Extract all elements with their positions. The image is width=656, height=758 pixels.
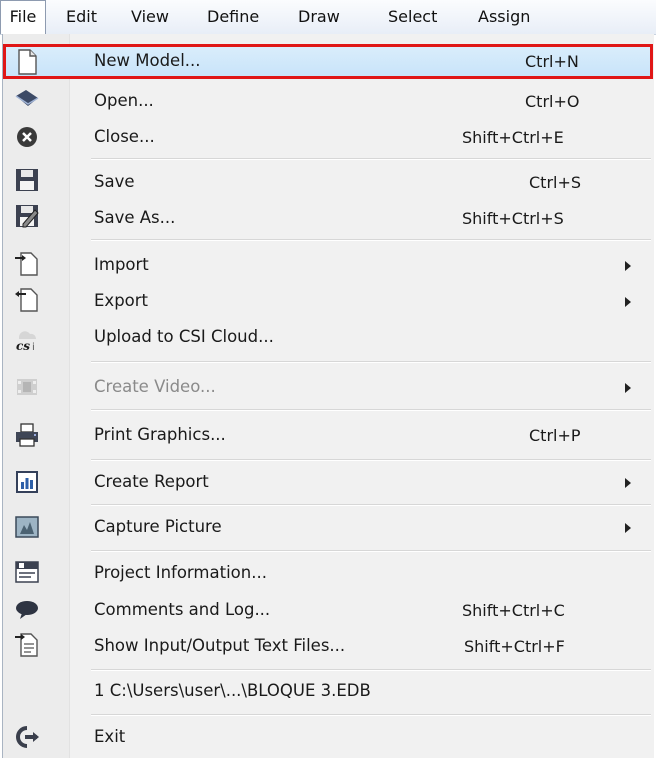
menu-item-shortcut: Ctrl+P xyxy=(529,426,581,445)
menu-item-label: Create Report xyxy=(94,472,209,491)
menu-item-create-report[interactable]: Create Report xyxy=(3,463,653,501)
menu-separator xyxy=(91,361,651,363)
menu-item-label: Capture Picture xyxy=(94,517,222,536)
menu-separator xyxy=(91,239,651,241)
film-icon xyxy=(13,373,41,401)
submenu-arrow-icon xyxy=(625,523,631,533)
submenu-arrow-icon xyxy=(625,261,631,271)
menu-item-shortcut: Shift+Ctrl+F xyxy=(464,637,565,656)
menu-item-recent-file[interactable]: 1 C:\Users\user\...\BLOQUE 3.EDB xyxy=(3,673,653,711)
menu-separator xyxy=(91,504,651,506)
submenu-arrow-icon xyxy=(625,297,631,307)
menu-draw[interactable]: Draw xyxy=(298,0,340,34)
menu-item-shortcut: Ctrl+O xyxy=(525,92,580,111)
menu-item-label: Upload to CSI Cloud... xyxy=(94,327,274,346)
menu-item-save-as[interactable]: Save As... Shift+Ctrl+S xyxy=(3,200,653,236)
menu-item-label: Close... xyxy=(94,127,155,146)
menu-edit[interactable]: Edit xyxy=(66,0,97,34)
svg-text:i: i xyxy=(32,342,35,353)
menu-separator xyxy=(91,714,651,716)
menu-item-save[interactable]: Save Ctrl+S xyxy=(3,164,653,200)
menu-item-label: 1 C:\Users\user\...\BLOQUE 3.EDB xyxy=(94,681,371,700)
menu-file[interactable]: File xyxy=(0,0,46,34)
comment-icon xyxy=(13,596,41,624)
picture-icon xyxy=(13,513,41,541)
menu-separator xyxy=(91,550,651,552)
open-icon xyxy=(13,86,41,114)
menu-item-close[interactable]: Close... Shift+Ctrl+E xyxy=(3,119,653,155)
menu-item-shortcut: Shift+Ctrl+E xyxy=(462,128,564,147)
menu-item-exit[interactable]: Exit xyxy=(3,718,653,756)
menu-separator xyxy=(91,669,651,671)
menu-item-open[interactable]: Open... Ctrl+O xyxy=(3,83,653,119)
menu-item-label: Print Graphics... xyxy=(94,425,226,444)
printer-icon xyxy=(13,421,41,449)
menu-define[interactable]: Define xyxy=(207,0,259,34)
svg-text:cs: cs xyxy=(16,339,30,353)
menu-item-label: New Model... xyxy=(94,51,201,70)
menu-item-shortcut: Ctrl+N xyxy=(525,52,579,71)
menu-item-label: Project Information... xyxy=(94,563,267,582)
exit-icon xyxy=(13,723,41,751)
menu-item-upload-csi-cloud[interactable]: cs i Upload to CSI Cloud... xyxy=(3,319,653,359)
save-as-icon xyxy=(13,202,41,230)
menu-item-label: Comments and Log... xyxy=(94,600,271,619)
menu-separator xyxy=(91,158,651,160)
menu-item-import[interactable]: Import xyxy=(3,247,653,283)
submenu-arrow-icon xyxy=(625,383,631,393)
menu-separator xyxy=(91,459,651,461)
menu-item-comments-and-log[interactable]: Comments and Log... Shift+Ctrl+C xyxy=(3,592,653,628)
text-files-icon xyxy=(13,631,41,659)
menu-item-export[interactable]: Export xyxy=(3,283,653,319)
submenu-arrow-icon xyxy=(625,478,631,488)
menu-select[interactable]: Select xyxy=(388,0,437,34)
menu-item-shortcut: Shift+Ctrl+C xyxy=(462,601,565,620)
project-info-icon xyxy=(13,558,41,586)
menu-item-shortcut: Ctrl+S xyxy=(529,173,582,192)
save-icon xyxy=(13,166,41,194)
menu-item-capture-picture[interactable]: Capture Picture xyxy=(3,508,653,546)
menu-item-label: Create Video... xyxy=(94,377,216,396)
menu-item-shortcut: Shift+Ctrl+S xyxy=(462,209,564,228)
file-menu-dropdown: New Model... Ctrl+N Open... Ctrl+O Close… xyxy=(2,34,654,758)
csi-cloud-icon: cs i xyxy=(13,325,41,353)
menu-item-label: Open... xyxy=(94,91,154,110)
menu-item-print-graphics[interactable]: Print Graphics... Ctrl+P xyxy=(3,415,653,457)
menu-item-new-model[interactable]: New Model... Ctrl+N xyxy=(3,44,653,79)
menu-item-label: Exit xyxy=(94,727,126,746)
menu-item-label: Save As... xyxy=(94,208,176,227)
import-icon xyxy=(13,250,41,278)
export-icon xyxy=(13,286,41,314)
menu-item-label: Export xyxy=(94,291,149,310)
menu-item-label: Show Input/Output Text Files... xyxy=(94,636,346,655)
report-icon xyxy=(13,468,41,496)
menu-item-label: Import xyxy=(94,255,149,274)
menu-view[interactable]: View xyxy=(131,0,169,34)
menu-item-label: Save xyxy=(94,172,135,191)
menu-assign[interactable]: Assign xyxy=(478,0,530,34)
close-icon xyxy=(13,123,41,151)
menu-item-show-text-files[interactable]: Show Input/Output Text Files... Shift+Ct… xyxy=(3,628,653,666)
menu-bar: File Edit View Define Draw Select Assign xyxy=(0,0,656,35)
new-page-icon xyxy=(13,48,41,76)
menu-separator xyxy=(91,409,651,411)
menu-item-create-video: Create Video... xyxy=(3,367,653,407)
menu-item-project-information[interactable]: Project Information... xyxy=(3,554,653,592)
